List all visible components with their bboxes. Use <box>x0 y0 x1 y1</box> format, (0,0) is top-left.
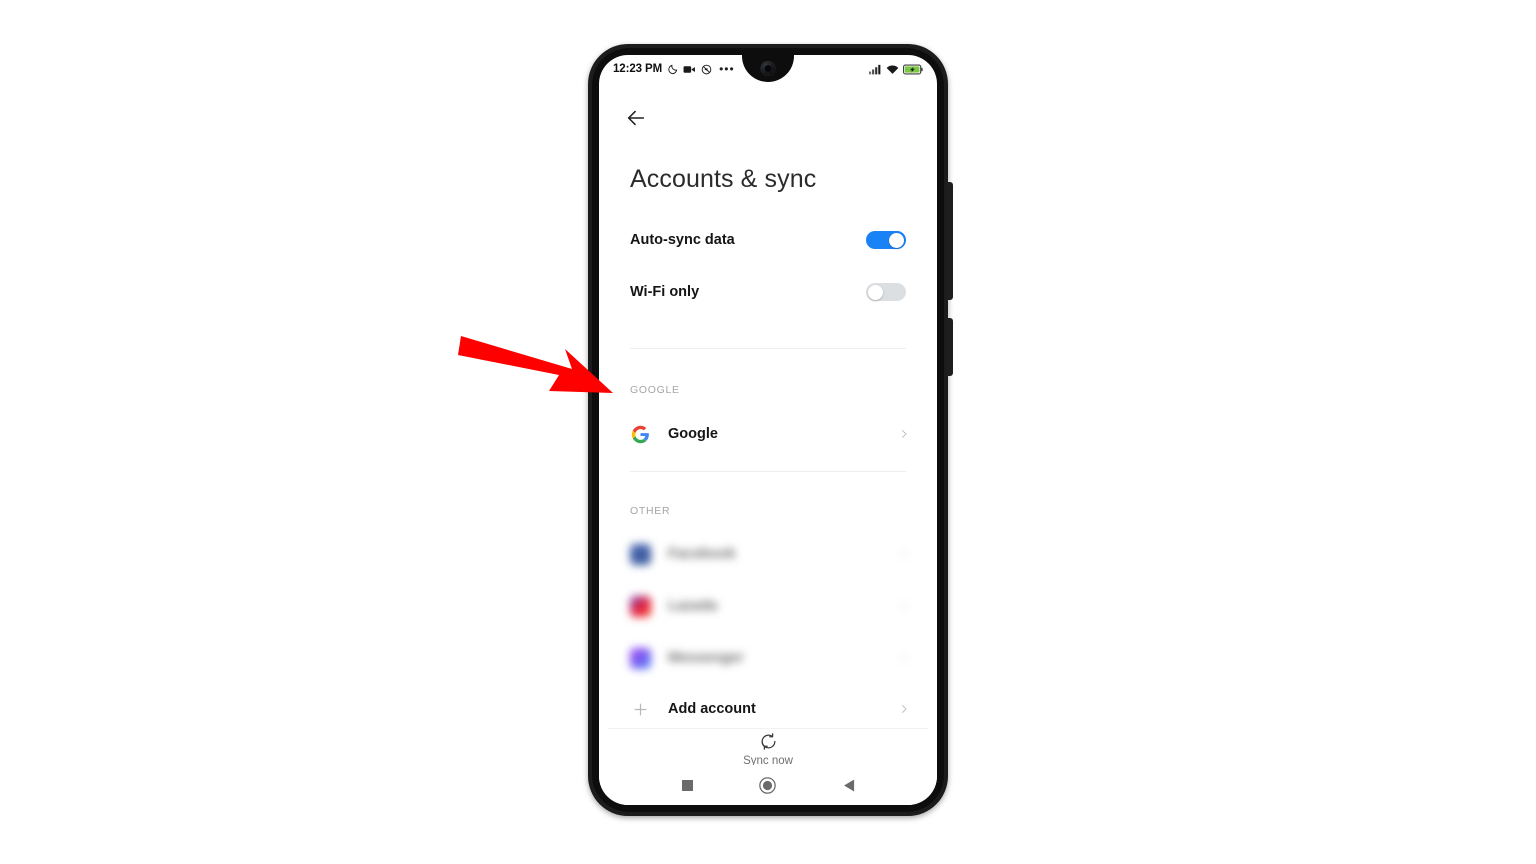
no-sound-icon <box>701 64 712 74</box>
circle-icon <box>759 776 777 794</box>
chevron-right-icon <box>902 602 907 610</box>
overflow-dots-icon: ••• <box>719 62 735 76</box>
video-camera-icon <box>683 65 695 73</box>
page-title: Accounts & sync <box>630 165 817 193</box>
section-divider <box>630 471 906 472</box>
lazada-app-icon <box>630 595 651 617</box>
pref-row-auto-sync[interactable]: Auto-sync data <box>599 218 937 262</box>
toggle-knob <box>889 232 904 248</box>
account-label-facebook: Facebook <box>668 546 736 562</box>
back-button[interactable] <box>621 103 651 133</box>
pref-label-wifi-only: Wi-Fi only <box>630 284 700 300</box>
refresh-icon <box>761 733 775 750</box>
account-row-facebook[interactable]: Facebook <box>599 534 937 574</box>
plus-icon <box>630 699 651 720</box>
facebook-app-icon <box>630 543 651 565</box>
section-header-google: GOOGLE <box>630 384 680 396</box>
square-icon <box>681 779 693 791</box>
chevron-right-icon <box>902 705 907 713</box>
navigation-bar <box>599 765 937 805</box>
section-header-other: OTHER <box>630 505 671 517</box>
messenger-app-icon <box>630 647 651 669</box>
account-row-lazada[interactable]: Lazada <box>599 586 937 626</box>
moon-dnd-icon <box>668 64 678 74</box>
google-logo-icon <box>630 424 651 445</box>
back-nav-button[interactable] <box>836 772 862 798</box>
chevron-right-icon <box>902 654 907 662</box>
pref-row-wifi-only[interactable]: Wi-Fi only <box>599 270 937 314</box>
phone-screen: 12:23 PM ••• Accounts & sync Auto-sync d… <box>599 55 937 805</box>
home-button[interactable] <box>755 772 781 798</box>
chevron-right-icon <box>902 430 907 438</box>
account-row-messenger[interactable]: Messenger <box>599 638 937 678</box>
status-clock: 12:23 PM <box>613 63 663 75</box>
triangle-left-icon <box>843 779 854 791</box>
recents-button[interactable] <box>674 772 700 798</box>
signal-bars-icon <box>869 64 881 74</box>
volume-button[interactable] <box>946 182 953 300</box>
wifi-icon <box>886 65 899 74</box>
arrow-left-icon <box>627 110 645 126</box>
account-row-google[interactable]: Google <box>599 414 937 454</box>
front-camera-icon <box>760 61 776 76</box>
settings-content: Accounts & sync Auto-sync data Wi-Fi onl… <box>599 83 937 765</box>
wifi-only-toggle[interactable] <box>866 283 906 301</box>
toggle-knob <box>868 284 883 300</box>
status-bar-left: 12:23 PM ••• <box>613 63 735 75</box>
add-account-label: Add account <box>668 701 756 717</box>
account-label-lazada: Lazada <box>668 598 718 614</box>
account-label-messenger: Messenger <box>668 650 744 666</box>
add-account-row[interactable]: Add account <box>599 689 937 729</box>
account-label-google: Google <box>668 426 718 442</box>
chevron-right-icon <box>902 550 907 558</box>
section-divider <box>630 348 906 349</box>
phone-device: 12:23 PM ••• Accounts & sync Auto-sync d… <box>588 44 953 816</box>
sync-divider <box>608 728 928 729</box>
status-bar-right <box>869 64 923 75</box>
sync-now-button[interactable]: Sync now <box>599 732 937 765</box>
auto-sync-toggle[interactable] <box>866 231 906 249</box>
battery-charging-icon <box>903 64 923 74</box>
power-button[interactable] <box>946 318 953 376</box>
sync-now-label: Sync now <box>743 755 793 765</box>
pref-label-auto-sync: Auto-sync data <box>630 232 735 248</box>
